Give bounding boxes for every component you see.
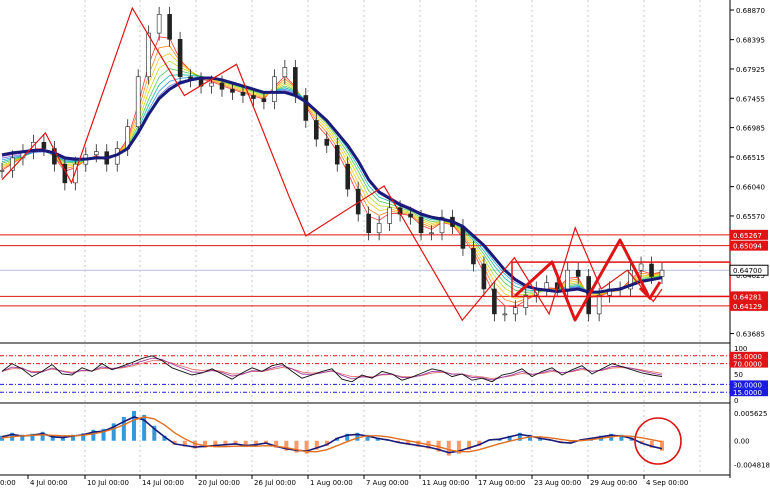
candle-body xyxy=(282,67,288,78)
rsi-level-label: 30.0000 xyxy=(733,381,762,389)
time-tick-label: 23 Aug 00:00 xyxy=(534,479,581,487)
price-tick-label: 0.66985 xyxy=(736,125,765,133)
rsi-tick-label: 0 xyxy=(734,397,738,405)
candle-body xyxy=(334,145,340,165)
macd-tick-label: 0.005625 xyxy=(734,410,767,418)
candle-body xyxy=(167,14,172,40)
candle-body xyxy=(387,207,392,224)
chart: 0.68870 0.68395 0.67925 0.67455 0.66985 0.665… xyxy=(0,0,770,490)
candle-body xyxy=(177,39,183,78)
candle-body xyxy=(638,263,644,271)
candle-body xyxy=(460,226,466,249)
candle-body xyxy=(209,82,214,87)
price-tick-label: 0.68870 xyxy=(736,7,765,15)
candle-body xyxy=(481,263,487,290)
level-label: 0.64281 xyxy=(733,293,762,301)
candle-body xyxy=(0,170,5,172)
candle-body xyxy=(261,98,267,103)
candle-body xyxy=(471,248,476,265)
candle-body xyxy=(135,76,141,127)
candle-body xyxy=(41,141,47,149)
time-tick-label: 26 Jul 00:00 xyxy=(254,479,296,487)
candle-body xyxy=(513,307,518,315)
candle-body xyxy=(544,282,550,290)
time-tick-label: 10 Jul 00:00 xyxy=(87,479,129,487)
price-tick-label: 0.68395 xyxy=(736,37,765,45)
time-tick-label: 11 Aug 00:00 xyxy=(422,479,469,487)
price-tick-label: 0.67925 xyxy=(736,66,765,74)
price-tick-label: 0.65570 xyxy=(736,213,765,221)
candle-body xyxy=(272,76,277,103)
time-tick-label: 1 Aug 00:00 xyxy=(310,479,353,487)
price-tick-label: 0.66040 xyxy=(736,184,765,192)
rsi-level-label: 15.0000 xyxy=(733,389,762,397)
candle-body xyxy=(408,213,413,218)
candle-body xyxy=(575,269,581,277)
candle-body xyxy=(230,88,235,93)
candle-body xyxy=(251,95,256,99)
time-tick-label: 0:00 xyxy=(0,479,16,487)
time-tick-label: 4 Jul 00:00 xyxy=(30,479,68,487)
rsi-tick-label: 50 xyxy=(734,371,743,379)
price-tick-label: 0.63685 xyxy=(736,331,765,339)
level-label: 0.65094 xyxy=(733,243,762,251)
macd-histogram-bar xyxy=(142,414,147,441)
candle-body xyxy=(324,138,330,146)
candle-body xyxy=(293,67,298,96)
rsi-level-label: 70.0000 xyxy=(733,361,762,369)
candle-body xyxy=(596,294,602,315)
time-tick-label: 17 Aug 00:00 xyxy=(478,479,525,487)
candle-body xyxy=(376,223,382,234)
price-tick-label: 0.66515 xyxy=(736,154,765,162)
candle-body xyxy=(649,263,654,277)
level-label: 0.65267 xyxy=(733,232,762,240)
candle-body xyxy=(366,213,371,234)
time-tick-label: 20 Jul 00:00 xyxy=(198,479,240,487)
rsi-level-label: 85.0000 xyxy=(733,353,762,361)
candle-body xyxy=(492,288,497,315)
candle-body xyxy=(345,163,351,190)
macd-tick-label: -0.004818 xyxy=(734,462,770,470)
price-tick-label: 0.67455 xyxy=(736,95,765,103)
time-tick-label: 14 Jul 00:00 xyxy=(142,479,184,487)
candle-body xyxy=(219,82,225,90)
macd-histogram-bar xyxy=(132,410,136,441)
time-tick-label: 4 Sep 00:00 xyxy=(646,479,688,487)
current-price-label: 0.64700 xyxy=(733,267,762,275)
time-tick-label: 7 Aug 00:00 xyxy=(366,479,409,487)
level-label: 0.64129 xyxy=(733,303,762,311)
chart-background xyxy=(0,0,770,490)
rsi-tick-label: 100 xyxy=(734,345,747,353)
candle-body xyxy=(240,92,246,96)
time-tick-label: 29 Aug 00:00 xyxy=(590,479,637,487)
candle-body xyxy=(659,269,665,277)
candle-body xyxy=(146,32,151,78)
candle-body xyxy=(502,313,508,316)
macd-tick-label: 0.00 xyxy=(734,438,750,446)
candle-body xyxy=(418,216,424,234)
candle-body xyxy=(156,14,162,34)
candle-body xyxy=(565,269,571,290)
candle-body xyxy=(93,151,99,156)
candle-body xyxy=(313,120,319,140)
candle-body xyxy=(429,232,434,235)
